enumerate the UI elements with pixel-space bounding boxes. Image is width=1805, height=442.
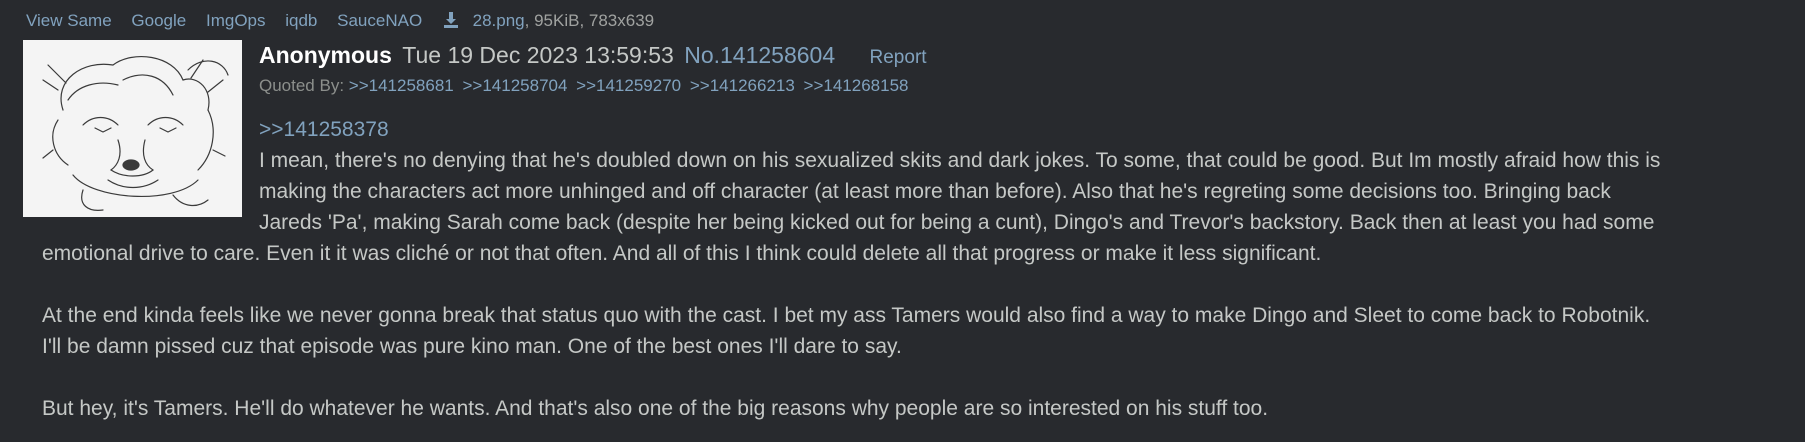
iqdb-link[interactable]: iqdb <box>285 11 317 30</box>
message-line: At the end kinda feels like we never gon… <box>42 304 1651 327</box>
sketch-character-image <box>23 40 242 217</box>
backlink[interactable]: >>141266213 <box>690 76 795 95</box>
file-name-link[interactable]: 28.png <box>473 11 525 30</box>
download-icon[interactable] <box>442 11 460 29</box>
post-number-link[interactable]: No.141258604 <box>684 42 835 68</box>
saucenao-link[interactable]: SauceNAO <box>337 11 422 30</box>
file-meta: , 95KiB, 783x639 <box>524 11 655 30</box>
post-thumbnail[interactable] <box>23 40 242 217</box>
post-info: Anonymous Tue 19 Dec 2023 13:59:53 No.14… <box>259 40 927 73</box>
message-line: emotional drive to care. Even it it was … <box>42 242 1322 265</box>
post-datetime: Tue 19 Dec 2023 13:59:53 <box>402 42 674 68</box>
message-line: Jareds 'Pa', making Sarah come back (des… <box>259 211 1655 234</box>
google-link[interactable]: Google <box>131 11 186 30</box>
imgops-link[interactable]: ImgOps <box>206 11 266 30</box>
backlink[interactable]: >>141268158 <box>804 76 909 95</box>
poster-name: Anonymous <box>259 42 392 68</box>
message-line: But hey, it's Tamers. He'll do whatever … <box>42 397 1269 420</box>
view-same-link[interactable]: View Same <box>26 11 112 30</box>
quoted-by: Quoted By: >>141258681 >>141258704 >>141… <box>259 75 913 97</box>
message-line: I mean, there's no denying that he's dou… <box>259 149 1661 172</box>
file-info-bar: View Same Google ImgOps iqdb SauceNAO 28… <box>26 10 654 32</box>
quoted-by-label: Quoted By: <box>259 76 345 95</box>
message-line: making the characters act more unhinged … <box>259 180 1611 203</box>
backlink[interactable]: >>141258704 <box>462 76 567 95</box>
backlink[interactable]: >>141259270 <box>576 76 681 95</box>
quote-link[interactable]: >>141258378 <box>259 114 389 145</box>
report-link[interactable]: Report <box>870 47 927 68</box>
message-line: I'll be damn pissed cuz that episode was… <box>42 335 902 358</box>
backlink[interactable]: >>141258681 <box>349 76 454 95</box>
